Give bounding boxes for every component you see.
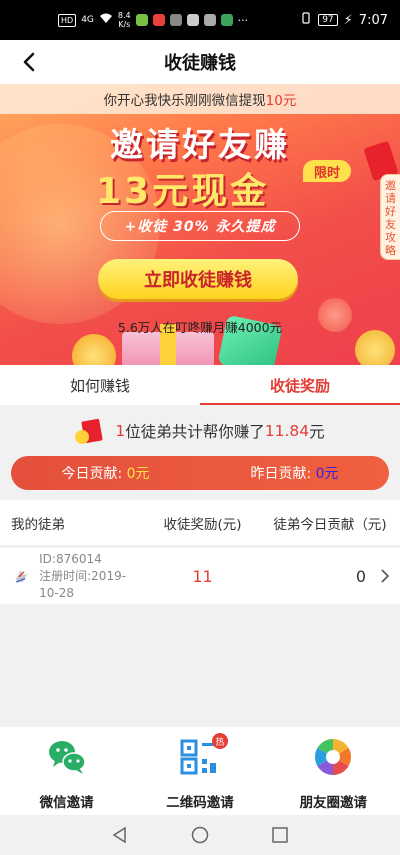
chevron-left-icon <box>23 52 35 72</box>
withdrawal-ticker: 你开心我快乐刚刚微信提现 10元 <box>0 84 400 114</box>
side-tab-char: 邀 <box>385 179 396 192</box>
disciple-id: ID:876014 <box>39 551 102 566</box>
wifi-icon <box>99 13 113 27</box>
network-type: HD <box>58 13 77 27</box>
table-row[interactable]: ID:876014 注册时间:2019-10-28 11 0 <box>0 548 400 604</box>
share-label: 二维码邀请 <box>166 795 234 811</box>
earnings-summary: 1 位徒弟共计帮你赚了 11.84 元 <box>0 412 400 450</box>
page-title: 收徒赚钱 <box>164 53 236 74</box>
wechat-icon <box>48 741 86 774</box>
back-triangle-icon[interactable] <box>111 826 129 844</box>
today-contribution-value: 0 <box>355 566 366 586</box>
charging-icon: ⚡ <box>343 12 353 28</box>
red-envelope-icon <box>75 418 109 444</box>
app-notification-icon <box>220 14 233 26</box>
social-proof-text: 5.6万人在叮咚赚月赚4000元 <box>117 320 283 335</box>
side-tab-char: 请 <box>385 192 396 205</box>
share-label: 微信邀请 <box>39 795 94 811</box>
signal-indicator: 4G <box>81 15 94 25</box>
commission-promise: +收徒 30% 永久提成 <box>100 211 300 241</box>
coin-decoration <box>72 334 116 365</box>
yesterday-contribution: 昨日贡献: 0元 <box>250 466 339 482</box>
app-notification-icon <box>135 14 148 26</box>
header-my-disciples: 我的徒弟 <box>11 516 65 533</box>
navigation-bar: 收徒赚钱 <box>0 40 400 84</box>
table-header: 我的徒弟 收徒奖励(元) 徒弟今日贡献（元) <box>0 500 400 546</box>
back-button[interactable] <box>14 48 44 76</box>
side-tab-char: 好 <box>385 205 396 218</box>
app-notification-icon <box>203 14 216 26</box>
header-today-contribution: 徒弟今日贡献（元) <box>273 516 387 533</box>
contribution-bar: 今日贡献: 0元 昨日贡献: 0元 <box>11 456 389 490</box>
promo-banner[interactable]: 你开心我快乐刚刚微信提现 10元 邀请好友赚 13元现金 限时 +收徒 30% 永… <box>0 84 400 365</box>
ticker-amount: 10元 <box>265 93 297 109</box>
avatar <box>15 569 28 583</box>
invite-now-button[interactable]: 立即收徒赚钱 <box>98 259 298 299</box>
tab-how-to-earn[interactable]: 如何赚钱 <box>0 365 200 405</box>
moments-invite-button[interactable]: 朋友圈邀请 <box>267 727 400 815</box>
system-nav-bar <box>0 815 400 855</box>
tab-invite-rewards[interactable]: 收徒奖励 <box>200 365 400 405</box>
more-notifications: ··· <box>237 13 249 27</box>
invite-strategy-tab[interactable]: 邀请好友攻略 <box>380 174 400 260</box>
network-speed: 8.4 K/s <box>117 11 131 29</box>
clock: 7:07 <box>358 12 388 28</box>
limited-time-badge: 限时 <box>303 160 351 182</box>
total-earned: 11.84 <box>264 422 310 440</box>
wechat-notification-icon <box>186 14 199 26</box>
side-tab-char: 略 <box>385 244 396 257</box>
recents-square-icon[interactable] <box>271 826 289 844</box>
moments-icon <box>315 739 352 775</box>
reward-value: 11 <box>192 566 213 586</box>
app-notification-icon <box>152 14 165 26</box>
hot-badge: 热 <box>211 733 228 749</box>
share-bar: 微信邀请 热 二维码邀请 朋友圈邀请 <box>0 727 400 815</box>
battery-level: 97 <box>318 14 338 26</box>
share-label: 朋友圈邀请 <box>299 795 368 811</box>
disciple-count: 1 <box>115 422 126 440</box>
header-reward: 收徒奖励(元) <box>163 516 242 533</box>
banner-amount: 13元现金 <box>96 171 270 212</box>
home-circle-icon[interactable] <box>191 826 209 844</box>
qrcode-invite-button[interactable]: 热 二维码邀请 <box>133 727 266 815</box>
banner-headline: 邀请好友赚 <box>110 125 290 164</box>
tab-bar: 如何赚钱 收徒奖励 <box>0 365 400 405</box>
register-date: 注册时间:2019-10-28 <box>39 568 127 600</box>
wechat-invite-button[interactable]: 微信邀请 <box>0 727 133 815</box>
app-notification-icon <box>169 14 182 26</box>
disciple-info: ID:876014 注册时间:2019-10-28 <box>0 551 145 602</box>
side-tab-char: 友 <box>385 218 396 231</box>
status-bar: HD 4G 8.4 K/s ··· 97 ⚡ 7:07 <box>0 0 400 40</box>
vibrate-icon <box>300 12 312 28</box>
chevron-right-icon[interactable] <box>370 568 400 584</box>
today-contribution: 今日贡献: 0元 <box>61 466 150 482</box>
side-tab-char: 攻 <box>385 231 396 244</box>
